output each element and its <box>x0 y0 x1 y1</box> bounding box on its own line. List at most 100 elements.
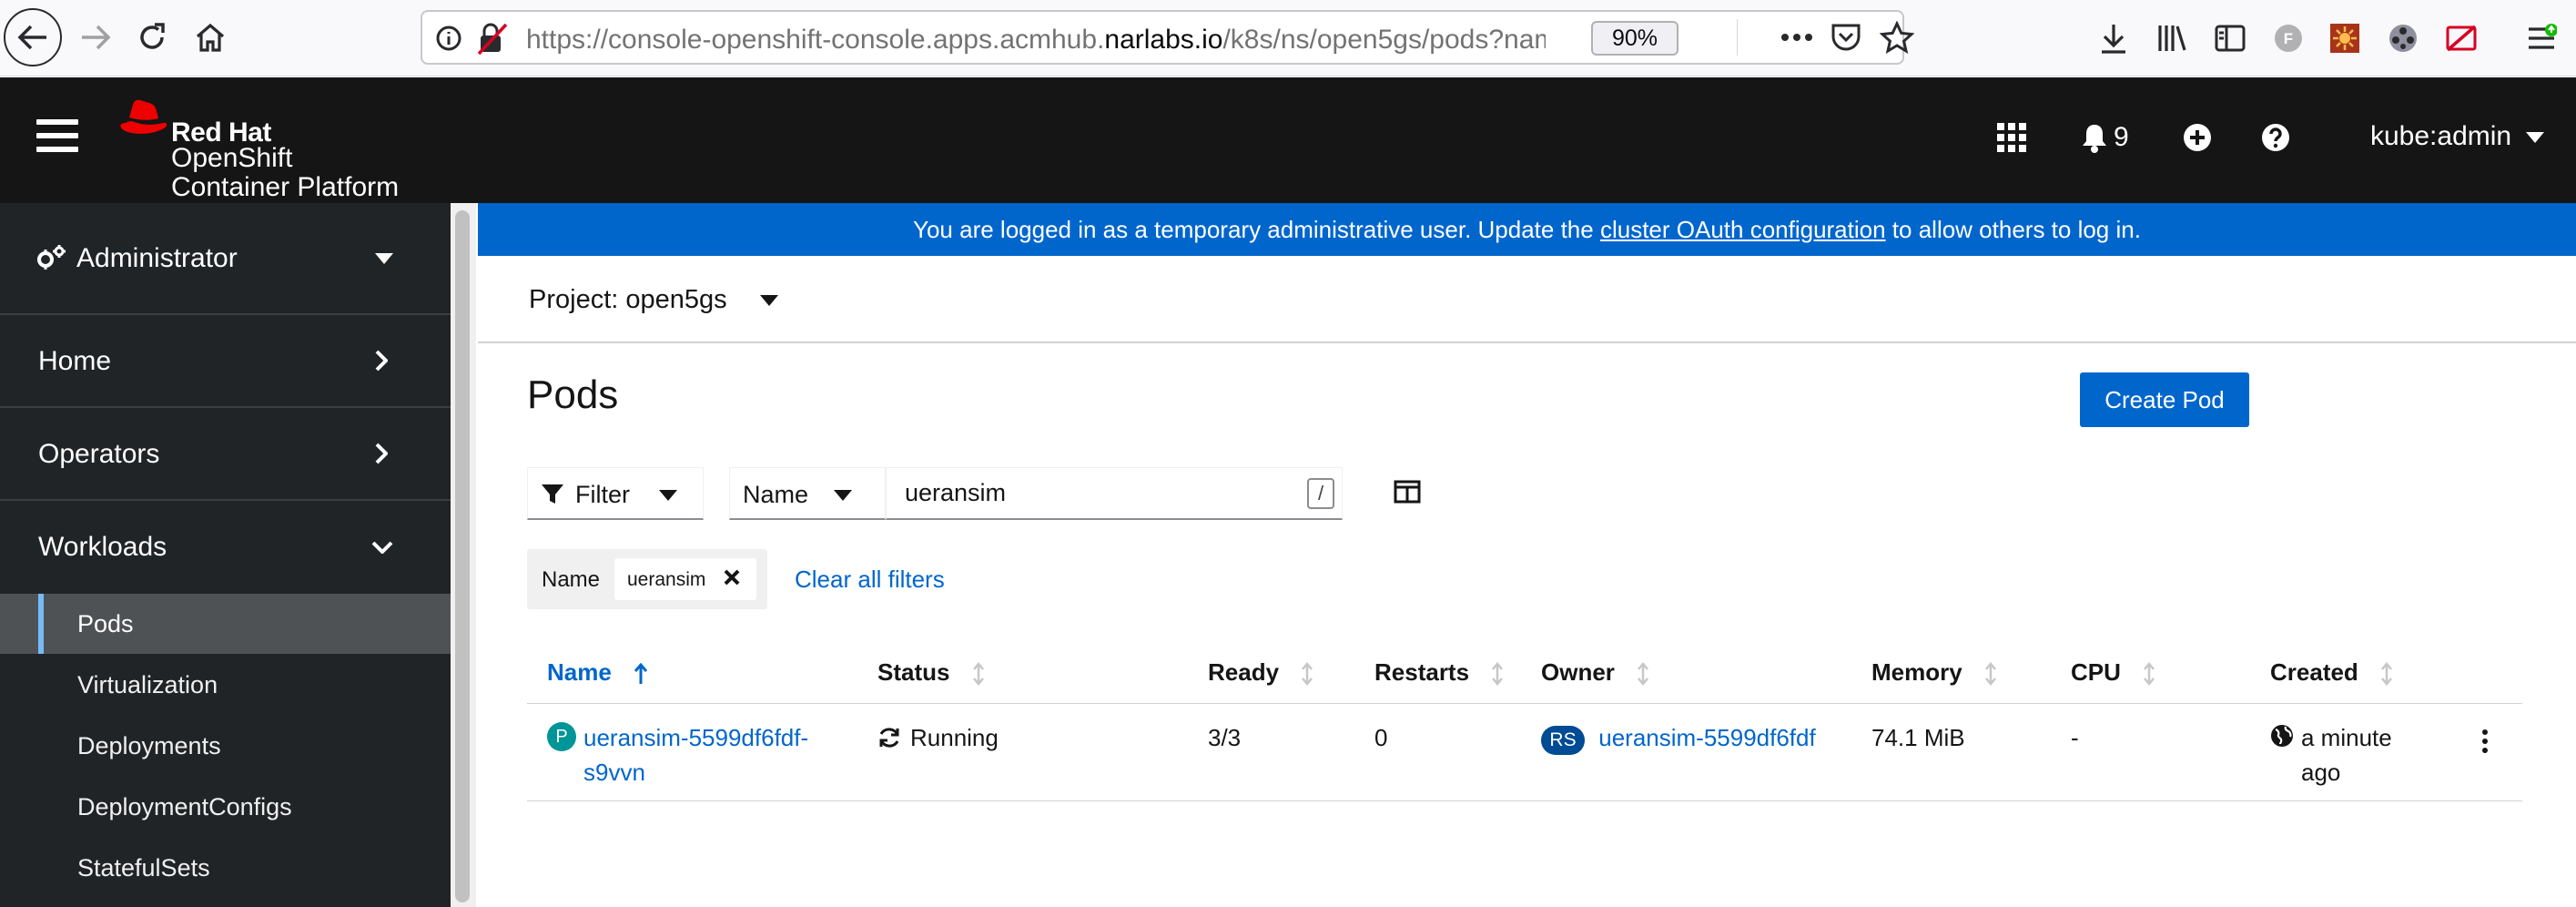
forward-button[interactable] <box>66 7 126 67</box>
manage-columns-icon[interactable] <box>1394 480 1421 504</box>
bell-icon <box>2083 125 2106 153</box>
back-button[interactable] <box>4 8 62 66</box>
filter-type-dropdown[interactable]: Name <box>729 467 886 520</box>
caret-down-icon <box>834 490 852 501</box>
arrow-right-icon <box>82 25 111 50</box>
column-header-ready[interactable]: Ready <box>1208 658 1313 687</box>
caret-down-icon <box>375 253 393 264</box>
chevron-right-icon <box>375 350 388 372</box>
library-icon[interactable] <box>2150 16 2194 60</box>
project-selector[interactable]: Project: open5gs <box>529 285 778 315</box>
caret-down-icon <box>659 490 677 501</box>
reload-icon <box>140 23 165 49</box>
pod-badge: P <box>547 720 576 751</box>
pod-status: Running <box>877 720 999 755</box>
filter-label: Filter <box>575 481 630 508</box>
chevron-right-icon <box>375 443 388 464</box>
sort-icon <box>2144 662 2155 687</box>
sidebar-item-deployments[interactable]: Deployments <box>0 716 451 776</box>
create-pod-button[interactable]: Create Pod <box>2080 372 2249 427</box>
column-header-owner[interactable]: Owner <box>1541 658 1649 687</box>
filter-type-label: Name <box>743 481 809 508</box>
user-menu[interactable]: kube:admin <box>2370 121 2545 152</box>
sort-ascending-icon <box>634 662 648 685</box>
more-actions-icon[interactable] <box>1775 15 1819 59</box>
column-header-status[interactable]: Status <box>877 658 984 687</box>
account-avatar-icon[interactable]: F <box>2267 16 2310 60</box>
pocket-icon[interactable] <box>1824 15 1868 59</box>
url-text: https://console-openshift-console.apps.a… <box>526 25 1546 55</box>
sidebar-item-pods[interactable]: Pods <box>0 594 451 654</box>
chip-value: ueransim <box>627 569 706 590</box>
bookmark-star-icon[interactable] <box>1875 15 1919 59</box>
sort-icon <box>972 662 984 687</box>
sidebar-item-operators[interactable]: Operators <box>0 408 451 501</box>
globe-icon <box>2271 725 2293 747</box>
sidebar-item-workloads[interactable]: Workloads <box>0 501 451 594</box>
browser-toolbar: https://console-openshift-console.apps.a… <box>0 0 2576 76</box>
sidebar-item-virtualization[interactable]: Virtualization <box>0 655 451 715</box>
masthead: Red Hat OpenShift Container Platform 9 k… <box>0 77 2576 203</box>
caret-down-icon <box>2526 132 2545 144</box>
pod-restarts: 0 <box>1374 724 1388 751</box>
sidebar-item-label: Operators <box>38 439 160 469</box>
owner-link[interactable]: ueransim-5599df6fdf <box>1598 724 1815 751</box>
oauth-config-link[interactable]: cluster OAuth configuration <box>1600 216 1886 243</box>
filter-dropdown[interactable]: Filter <box>527 467 704 520</box>
perspective-switcher[interactable]: Administrator <box>0 203 451 315</box>
pod-name-link[interactable]: ueransim-5599df6fdf-s9vvn <box>583 720 808 790</box>
caret-down-icon <box>759 295 778 307</box>
url-bar[interactable]: https://console-openshift-console.apps.a… <box>421 10 1914 65</box>
column-header-name[interactable]: Name <box>547 658 648 687</box>
zoom-level[interactable]: 90% <box>1591 21 1678 56</box>
brand-product: Container Platform <box>171 172 400 202</box>
sidebar-scrollbar[interactable] <box>451 203 476 907</box>
extension-film-icon[interactable] <box>2381 16 2425 60</box>
filter-chip: ueransim <box>614 558 756 600</box>
sidebar-item-label: Workloads <box>38 532 167 562</box>
row-actions-kebab[interactable] <box>2482 729 2493 757</box>
pod-memory: 74.1 MiB <box>1871 724 1965 751</box>
sidebar-nav: Administrator Home Operators Workloads P… <box>0 203 451 907</box>
plus-circle-icon <box>2184 124 2211 151</box>
user-name: kube:admin <box>2370 121 2512 151</box>
main-content: You are logged in as a temporary adminis… <box>476 203 2576 907</box>
sidebar-item-home[interactable]: Home <box>0 315 451 408</box>
insecure-lock-icon <box>477 23 508 56</box>
app-menu-icon[interactable] <box>2520 16 2563 60</box>
home-button[interactable] <box>180 7 240 67</box>
notifications-button[interactable]: 9 <box>2081 116 2129 159</box>
sidebar-item-label: Deployments <box>77 732 221 759</box>
column-header-cpu[interactable]: CPU <box>2071 658 2155 687</box>
home-icon <box>196 23 225 52</box>
column-header-created[interactable]: Created <box>2270 658 2393 687</box>
download-icon[interactable] <box>2092 16 2135 60</box>
column-header-restarts[interactable]: Restarts <box>1374 658 1504 687</box>
brand-openshift: OpenShift <box>171 143 293 173</box>
sidebar-item-label: DeploymentConfigs <box>77 793 292 820</box>
app-launcher-button[interactable] <box>1997 116 2026 159</box>
close-icon[interactable] <box>722 567 742 587</box>
chip-category: Name <box>542 567 601 592</box>
sidebar-item-deploymentconfigs[interactable]: DeploymentConfigs <box>0 777 451 837</box>
reload-button[interactable] <box>122 7 182 67</box>
extension-sun-icon[interactable] <box>2323 16 2367 60</box>
column-header-memory[interactable]: Memory <box>1871 658 1996 687</box>
notification-count: 9 <box>2114 122 2129 152</box>
clear-all-filters-link[interactable]: Clear all filters <box>795 566 945 594</box>
sort-icon <box>1984 662 1996 687</box>
help-button[interactable] <box>2261 116 2290 159</box>
sort-icon <box>1638 662 1649 687</box>
temp-admin-banner: You are logged in as a temporary adminis… <box>478 203 2576 256</box>
sort-icon <box>1302 662 1313 687</box>
search-shortcut-hint: / <box>1307 478 1334 509</box>
scrollbar-thumb[interactable] <box>455 210 470 902</box>
page-title: Pods <box>527 372 619 417</box>
extension-blocked-icon[interactable] <box>2439 16 2483 60</box>
quick-create-button[interactable] <box>2183 116 2212 159</box>
name-filter-input[interactable] <box>886 467 1343 520</box>
sidebar-toggle-icon[interactable] <box>2208 16 2252 60</box>
sync-icon <box>879 728 899 748</box>
sidebar-item-statefulsets[interactable]: StatefulSets <box>0 838 451 898</box>
nav-toggle-button[interactable] <box>36 119 78 156</box>
